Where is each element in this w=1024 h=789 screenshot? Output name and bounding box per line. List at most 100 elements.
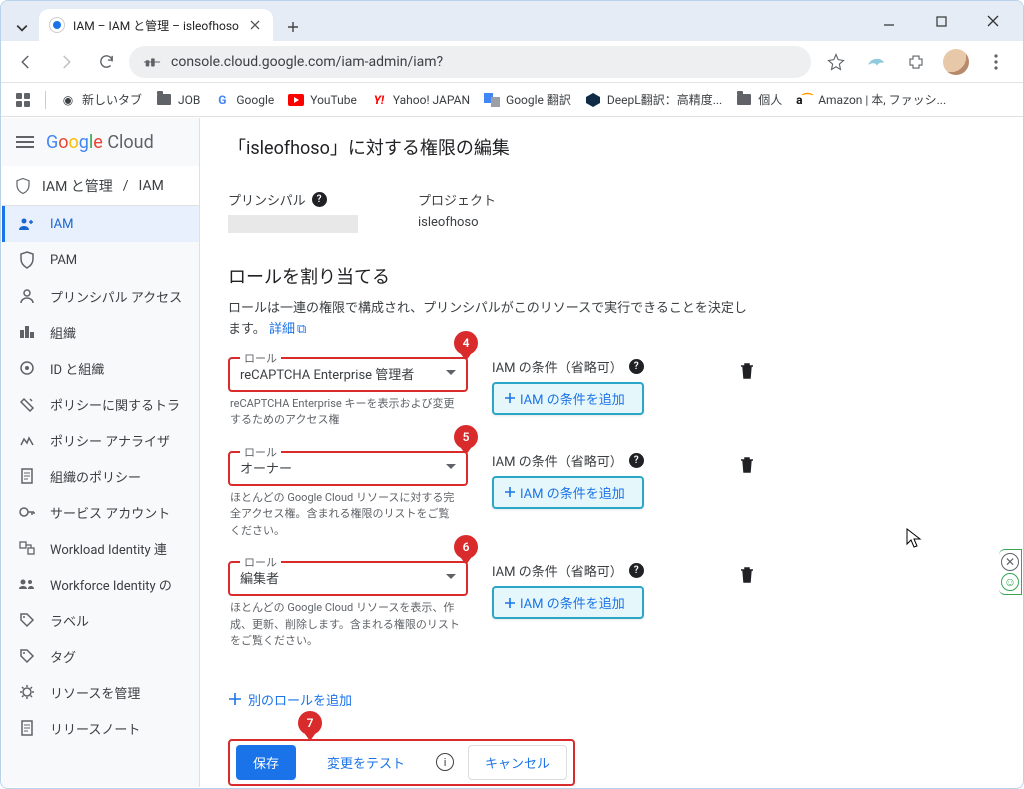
profile-avatar-button[interactable]	[943, 49, 969, 75]
forward-button[interactable]	[49, 45, 83, 79]
bookmark-item[interactable]: Google 翻訳	[484, 91, 571, 108]
add-condition-button[interactable]: IAM の条件を追加	[492, 476, 644, 509]
sidebar-item[interactable]: 組織	[2, 314, 199, 350]
role-description: ほとんどの Google Cloud リソースを表示、作成、更新、削除します。含…	[230, 600, 460, 650]
role-select[interactable]: ロール オーナー	[228, 451, 468, 486]
sidebar-item[interactable]: PAM	[2, 242, 199, 278]
sidebar-item-label: プリンシパル アクセス	[50, 287, 182, 306]
bookmark-item[interactable]: YouTube	[288, 92, 357, 108]
save-button[interactable]: 保存	[236, 745, 296, 780]
delete-role-button[interactable]	[740, 363, 754, 383]
role-select[interactable]: ロール reCAPTCHA Enterprise 管理者	[228, 357, 468, 392]
sidebar-item[interactable]: ポリシーに関するトラ	[2, 386, 199, 422]
sidebar-item-label: リリースノート	[50, 719, 140, 738]
reload-button[interactable]	[89, 45, 123, 79]
floating-support-widget[interactable]: ✕ ☺	[999, 549, 1022, 595]
add-role-button[interactable]: 別のロールを追加	[228, 690, 352, 709]
bookmark-star-button[interactable]	[823, 49, 849, 75]
sidebar-item[interactable]: リソースを管理	[2, 674, 199, 710]
sidebar-item[interactable]: Workforce Identity の	[2, 566, 199, 602]
assign-role-title: ロールを割り当てる	[228, 263, 994, 289]
page-title: 「isleofhoso」に対する権限の編集	[228, 134, 994, 160]
favicon-icon	[49, 17, 65, 33]
role-field-label: ロール	[240, 444, 281, 460]
help-icon[interactable]: ?	[629, 563, 644, 578]
plus-icon	[504, 392, 516, 404]
bookmark-item[interactable]: a⁀Amazon | 本, ファッシ...	[796, 91, 946, 108]
test-changes-button[interactable]: 変更をテスト	[310, 745, 422, 780]
chrome-menu-button[interactable]	[983, 49, 1009, 75]
add-condition-button[interactable]: IAM の条件を追加	[492, 586, 644, 619]
bookmark-item[interactable]: GGoogle	[214, 92, 274, 108]
sidebar-item-icon	[18, 251, 36, 269]
add-condition-button[interactable]: IAM の条件を追加	[492, 382, 644, 415]
extensions-button[interactable]	[903, 49, 929, 75]
role-field-label: ロール	[240, 350, 281, 366]
deepl-icon	[585, 92, 601, 108]
sidebar-item[interactable]: プリンシパル アクセス	[2, 278, 199, 314]
sidebar: Google Cloud IAM と管理 / IAM IAM PAM プリンシパル …	[2, 118, 200, 787]
sidebar-item[interactable]: サービス アカウント	[2, 494, 199, 530]
help-icon[interactable]: ?	[312, 192, 327, 207]
hamburger-menu-button[interactable]	[16, 136, 34, 148]
cancel-button[interactable]: キャンセル	[468, 745, 567, 780]
project-value: isleofhoso	[418, 215, 496, 230]
sidebar-item[interactable]: ID と組織	[2, 350, 199, 386]
sidebar-item[interactable]: ラベル	[2, 602, 199, 638]
browser-tab-active[interactable]: IAM – IAM と管理 – isleofhoso	[39, 9, 273, 41]
chevron-down-icon	[446, 574, 456, 579]
sidebar-item[interactable]: ポリシー アナライザ	[2, 422, 199, 458]
delete-role-button[interactable]	[740, 567, 754, 587]
help-icon[interactable]: ?	[629, 453, 644, 468]
sidebar-item-icon	[18, 578, 36, 590]
browser-titlebar: IAM – IAM と管理 – isleofhoso	[1, 1, 1023, 41]
action-buttons: 保存 変更をテスト i キャンセル	[228, 739, 575, 786]
delete-role-button[interactable]	[740, 457, 754, 477]
main-content: 「isleofhoso」に対する権限の編集 プリンシパル? プロジェクト isl…	[200, 118, 1022, 787]
role-value: 編集者	[240, 572, 279, 587]
window-close-button[interactable]	[975, 6, 1011, 36]
close-tab-button[interactable]	[247, 17, 263, 33]
google-cloud-logo[interactable]: Google Cloud	[46, 132, 154, 153]
annotation-callout: 4	[454, 331, 478, 355]
sidebar-item[interactable]: リリースノート	[2, 710, 199, 746]
extension-dolphin-icon[interactable]	[863, 49, 889, 75]
sidebar-item-icon	[18, 507, 36, 517]
product-breadcrumb[interactable]: IAM と管理 / IAM	[2, 166, 199, 206]
tab-dropdown-button[interactable]	[9, 15, 35, 41]
new-tab-button[interactable]	[279, 13, 307, 41]
plus-icon	[228, 692, 242, 706]
sidebar-item-icon	[18, 360, 36, 376]
sidebar-item-icon	[18, 433, 36, 447]
url-field[interactable]: console.cloud.google.com/iam-admin/iam?	[129, 46, 811, 78]
bookmark-item[interactable]: ◉新しいタブ	[60, 91, 142, 108]
help-icon[interactable]: ?	[629, 359, 644, 374]
url-text: console.cloud.google.com/iam-admin/iam?	[171, 54, 443, 70]
bookmark-item[interactable]: Y!Yahoo! JAPAN	[371, 92, 470, 108]
role-select[interactable]: ロール 編集者	[228, 561, 468, 596]
sidebar-item-icon	[18, 648, 36, 664]
sidebar-item-label: Workforce Identity の	[50, 575, 172, 594]
sidebar-item[interactable]: タグ	[2, 638, 199, 674]
annotation-callout: 7	[298, 711, 322, 735]
sidebar-item-label: ID と組織	[50, 359, 104, 378]
sidebar-item[interactable]: Workload Identity 連	[2, 530, 199, 566]
sidebar-item[interactable]: IAM	[2, 206, 199, 242]
bookmark-item[interactable]: DeepL翻訳：高精度...	[585, 91, 722, 108]
back-button[interactable]	[9, 45, 43, 79]
apps-grid-icon[interactable]	[15, 92, 31, 108]
plus-icon	[504, 597, 516, 609]
condition-label: IAM の条件（省略可） ?	[492, 357, 644, 376]
sidebar-item-label: PAM	[50, 253, 77, 268]
google-translate-icon	[484, 92, 500, 108]
sidebar-item-icon	[18, 612, 36, 628]
sidebar-item-label: ポリシーに関するトラ	[50, 395, 180, 414]
window-maximize-button[interactable]	[923, 6, 959, 36]
sidebar-item-label: タグ	[50, 647, 76, 666]
bookmark-item[interactable]: 個人	[736, 91, 782, 108]
details-link[interactable]: 詳細⧉	[269, 322, 306, 337]
sidebar-item[interactable]: 組織のポリシー	[2, 458, 199, 494]
window-minimize-button[interactable]	[871, 6, 907, 36]
bookmark-item[interactable]: JOB	[156, 92, 200, 108]
info-icon[interactable]: i	[436, 753, 454, 771]
